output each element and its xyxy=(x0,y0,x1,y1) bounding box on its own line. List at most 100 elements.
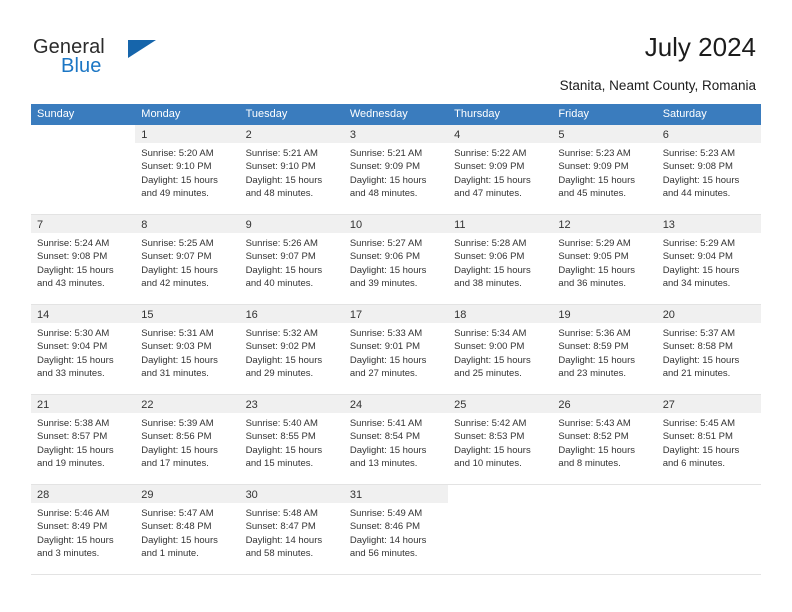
day-number: 25 xyxy=(454,399,467,411)
day-number-bar: 30 xyxy=(239,485,344,503)
calendar-day-cell[interactable]: 11 Sunrise: 5:28 AM Sunset: 9:06 PM Dayligh… xyxy=(448,215,553,304)
calendar-day-cell[interactable]: 14 Sunrise: 5:30 AM Sunset: 9:04 PM Dayligh… xyxy=(31,305,136,394)
day-detail-line: and 23 minutes. xyxy=(558,367,627,379)
day-number: 19 xyxy=(558,309,571,321)
day-number-bar: 18 xyxy=(448,305,553,323)
day-detail-line: Sunrise: 5:29 AM xyxy=(662,238,736,249)
day-detail-line: Sunrise: 5:23 AM xyxy=(558,148,631,159)
calendar-day-cell[interactable]: 28 Sunrise: 5:46 AM Sunset: 8:49 PM Dayligh… xyxy=(31,485,136,574)
day-details: Sunrise: 5:36 AM Sunset: 8:59 PM Daylight:… xyxy=(552,323,656,380)
day-number: 17 xyxy=(349,309,363,321)
calendar-day-cell[interactable]: 15 Sunrise: 5:31 AM Sunset: 9:03 PM Dayligh… xyxy=(135,305,240,394)
calendar-day-cell[interactable]: 3 Sunrise: 5:21 AM Sunset: 9:09 PM Daylight… xyxy=(343,125,449,214)
day-detail-line: Sunset: 9:08 PM xyxy=(662,161,733,173)
calendar-day-cell[interactable]: 27 Sunrise: 5:45 AM Sunset: 8:51 PM Dayligh… xyxy=(656,395,761,484)
calendar-day-cell[interactable]: 26 Sunrise: 5:43 AM Sunset: 8:52 PM Dayligh… xyxy=(552,395,657,484)
calendar-day-cell[interactable]: 30 Sunrise: 5:48 AM Sunset: 8:47 PM Dayligh… xyxy=(239,485,344,574)
day-details: Sunrise: 5:26 AM Sunset: 9:07 PM Daylight:… xyxy=(240,233,344,290)
day-detail-line: Daylight: 15 hours xyxy=(37,354,114,366)
day-number: 31 xyxy=(349,489,363,501)
day-detail-line: Sunset: 9:07 PM xyxy=(245,251,316,263)
day-detail-line: Sunset: 9:09 PM xyxy=(558,161,629,173)
calendar-day-cell[interactable]: 13 Sunrise: 5:29 AM Sunset: 9:04 PM Dayligh… xyxy=(656,215,761,304)
day-detail-line: Sunrise: 5:37 AM xyxy=(662,328,736,339)
calendar-day-cell[interactable]: 25 Sunrise: 5:42 AM Sunset: 8:53 PM Dayligh… xyxy=(448,395,553,484)
general-blue-logo[interactable]: General Blue xyxy=(33,36,193,82)
calendar-day-cell[interactable]: 10 Sunrise: 5:27 AM Sunset: 9:06 PM Dayligh… xyxy=(343,215,449,304)
weekday-header-monday: Monday xyxy=(141,108,181,120)
day-detail-line: Sunrise: 5:25 AM xyxy=(141,238,214,249)
day-number: 9 xyxy=(245,219,252,231)
calendar-day-cell[interactable]: 7 Sunrise: 5:24 AM Sunset: 9:08 PM Daylight… xyxy=(31,215,136,304)
day-detail-line: and 47 minutes. xyxy=(454,187,522,199)
day-number: 16 xyxy=(245,309,258,321)
calendar-day-cell[interactable]: 8 Sunrise: 5:25 AM Sunset: 9:07 PM Daylight… xyxy=(135,215,240,304)
day-detail-line: and 34 minutes. xyxy=(662,277,731,289)
day-number-bar: 20 xyxy=(656,305,761,323)
day-detail-line: Sunset: 8:57 PM xyxy=(37,431,108,443)
calendar-day-cell[interactable]: 21 Sunrise: 5:38 AM Sunset: 8:57 PM Dayligh… xyxy=(31,395,136,484)
calendar-week-row: 7 Sunrise: 5:24 AM Sunset: 9:08 PM Daylight… xyxy=(31,215,761,305)
calendar-day-cell[interactable]: 24 Sunrise: 5:41 AM Sunset: 8:54 PM Dayligh… xyxy=(343,395,449,484)
day-number: 14 xyxy=(37,309,50,321)
day-detail-line: Sunrise: 5:21 AM xyxy=(245,148,318,159)
day-number-bar: 31 xyxy=(343,485,449,503)
day-detail-line: and 29 minutes. xyxy=(245,367,314,379)
calendar-day-cell[interactable]: 1 Sunrise: 5:20 AM Sunset: 9:10 PM Daylight… xyxy=(135,125,240,214)
day-detail-line: Sunrise: 5:31 AM xyxy=(141,328,214,339)
day-number: 28 xyxy=(37,489,50,501)
calendar-week-row: 21 Sunrise: 5:38 AM Sunset: 8:57 PM Dayligh… xyxy=(31,395,761,485)
weekday-header-sunday: Sunday xyxy=(37,108,75,120)
day-detail-line: and 56 minutes. xyxy=(349,547,418,559)
calendar-day-cell[interactable]: 16 Sunrise: 5:32 AM Sunset: 9:02 PM Dayligh… xyxy=(239,305,344,394)
day-detail-line: Daylight: 15 hours xyxy=(349,444,427,456)
calendar-day-cell[interactable]: 17 Sunrise: 5:33 AM Sunset: 9:01 PM Dayligh… xyxy=(343,305,449,394)
calendar-day-cell[interactable]: 18 Sunrise: 5:34 AM Sunset: 9:00 PM Dayligh… xyxy=(448,305,553,394)
day-detail-line: and 3 minutes. xyxy=(37,547,100,559)
calendar-day-cell[interactable]: 2 Sunrise: 5:21 AM Sunset: 9:10 PM Daylight… xyxy=(239,125,344,214)
calendar-empty-cell xyxy=(448,485,552,574)
day-detail-line: and 49 minutes. xyxy=(141,187,209,199)
calendar-day-cell[interactable]: 31 Sunrise: 5:49 AM Sunset: 8:46 PM Dayligh… xyxy=(343,485,449,574)
day-detail-line: and 1 minute. xyxy=(141,547,199,559)
day-number-bar: 9 xyxy=(239,215,344,233)
day-number-bar: 3 xyxy=(343,125,449,143)
day-number-bar: 10 xyxy=(343,215,449,233)
day-number-bar: 7 xyxy=(31,215,136,233)
calendar-day-cell[interactable]: 5 Sunrise: 5:23 AM Sunset: 9:09 PM Daylight… xyxy=(552,125,657,214)
day-detail-line: Sunset: 8:55 PM xyxy=(245,431,316,443)
calendar-empty-cell xyxy=(657,485,761,574)
day-detail-line: and 43 minutes. xyxy=(37,277,105,289)
calendar-day-cell[interactable]: 19 Sunrise: 5:36 AM Sunset: 8:59 PM Dayligh… xyxy=(552,305,657,394)
calendar-page: General Blue July 2024 Stanita, Neamt Co… xyxy=(0,0,792,612)
day-detail-line: Sunrise: 5:43 AM xyxy=(558,418,631,429)
day-detail-line: Sunrise: 5:22 AM xyxy=(454,148,527,159)
calendar-day-cell[interactable]: 12 Sunrise: 5:29 AM Sunset: 9:05 PM Dayligh… xyxy=(552,215,657,304)
day-detail-line: and 25 minutes. xyxy=(454,367,522,379)
day-details: Sunrise: 5:23 AM Sunset: 9:09 PM Daylight:… xyxy=(552,143,656,200)
calendar-day-cell[interactable]: 9 Sunrise: 5:26 AM Sunset: 9:07 PM Daylight… xyxy=(239,215,344,304)
day-detail-line: Sunrise: 5:21 AM xyxy=(349,148,423,159)
calendar-day-cell[interactable]: 4 Sunrise: 5:22 AM Sunset: 9:09 PM Daylight… xyxy=(448,125,553,214)
day-detail-line: Sunset: 8:54 PM xyxy=(349,431,421,443)
calendar-day-cell[interactable]: 6 Sunrise: 5:23 AM Sunset: 9:08 PM Daylight… xyxy=(656,125,761,214)
calendar-day-cell[interactable]: 29 Sunrise: 5:47 AM Sunset: 8:48 PM Dayligh… xyxy=(135,485,240,574)
calendar-empty-cell xyxy=(552,485,656,574)
day-detail-line: Sunset: 8:56 PM xyxy=(141,431,212,443)
day-number-bar: 29 xyxy=(135,485,240,503)
calendar-day-cell[interactable]: 20 Sunrise: 5:37 AM Sunset: 8:58 PM Dayligh… xyxy=(656,305,761,394)
day-number-bar: 28 xyxy=(31,485,136,503)
day-detail-line: and 13 minutes. xyxy=(349,457,418,469)
day-details: Sunrise: 5:24 AM Sunset: 9:08 PM Daylight:… xyxy=(31,233,135,290)
weekday-header-row: Sunday Monday Tuesday Wednesday Thursday Frid… xyxy=(31,104,761,125)
day-detail-line: Sunrise: 5:48 AM xyxy=(245,508,318,519)
day-number: 21 xyxy=(37,399,50,411)
day-detail-line: Sunset: 8:48 PM xyxy=(141,521,212,533)
calendar-day-cell[interactable]: 22 Sunrise: 5:39 AM Sunset: 8:56 PM Dayligh… xyxy=(135,395,240,484)
day-detail-line: Sunset: 9:00 PM xyxy=(454,341,525,353)
calendar-day-cell[interactable]: 23 Sunrise: 5:40 AM Sunset: 8:55 PM Dayligh… xyxy=(239,395,344,484)
day-number-bar: 25 xyxy=(448,395,553,413)
day-details xyxy=(31,143,135,147)
day-number: 26 xyxy=(558,399,571,411)
day-detail-line: Sunrise: 5:29 AM xyxy=(558,238,631,249)
